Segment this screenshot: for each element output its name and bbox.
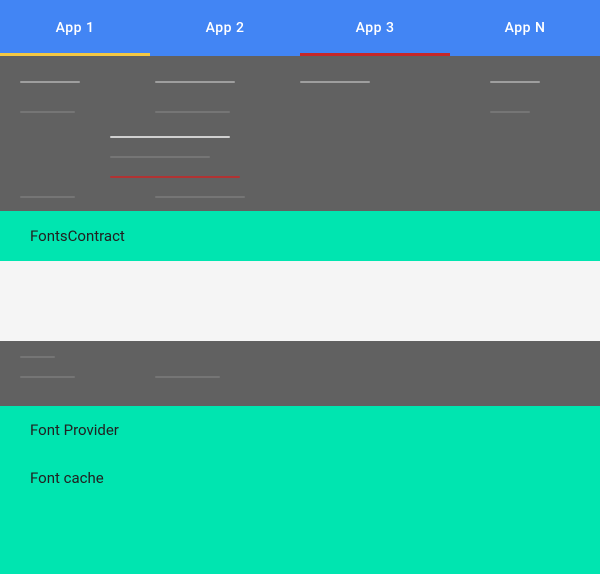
line-1 — [20, 81, 80, 83]
font-cache-block: Font cache — [0, 454, 600, 502]
line-4 — [490, 81, 540, 83]
tab-appN-label: App N — [505, 20, 546, 36]
line-12 — [155, 196, 245, 198]
tab-app3[interactable]: App 3 — [300, 0, 450, 56]
line-7 — [490, 111, 530, 113]
line-9 — [110, 156, 210, 158]
fonts-contract-label: FontsContract — [30, 227, 125, 245]
font-provider-block: Font Provider — [0, 406, 600, 454]
tab-appN[interactable]: App N — [450, 0, 600, 56]
tab-app2-label: App 2 — [206, 20, 245, 36]
font-provider-label: Font Provider — [30, 421, 119, 439]
line-2 — [155, 81, 235, 83]
tab-app3-label: App 3 — [356, 20, 395, 36]
diagram: FontsContract Font Provider Font cache — [0, 56, 600, 574]
app-bar: App 1 App 2 App 3 App N — [0, 0, 600, 56]
tab-app1-label: App 1 — [56, 20, 95, 36]
line-10 — [110, 176, 240, 178]
fonts-contract-block: FontsContract — [0, 211, 600, 261]
line-m1 — [20, 356, 55, 358]
line-5 — [20, 111, 75, 113]
gray-block-middle — [0, 341, 600, 406]
line-11 — [20, 196, 75, 198]
font-cache-label: Font cache — [30, 469, 104, 487]
tab-app1[interactable]: App 1 — [0, 0, 150, 56]
line-6 — [155, 111, 230, 113]
bottom-teal-block — [0, 502, 600, 574]
line-3 — [300, 81, 370, 83]
gray-block-top — [0, 56, 600, 211]
line-m2 — [20, 376, 75, 378]
line-8 — [110, 136, 230, 138]
line-m3 — [155, 376, 220, 378]
tab-app2[interactable]: App 2 — [150, 0, 300, 56]
